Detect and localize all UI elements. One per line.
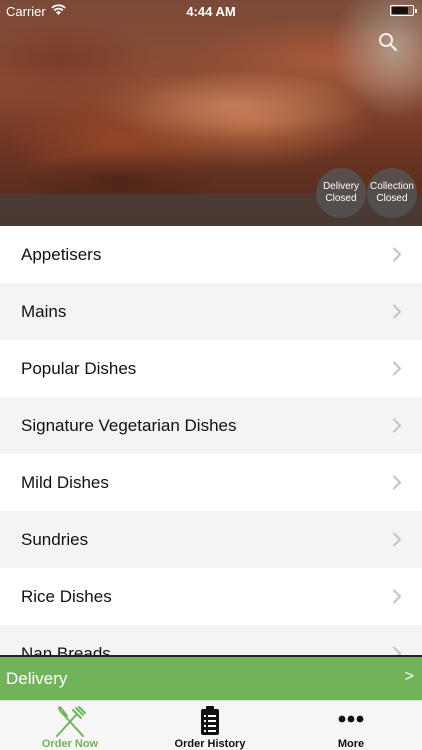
chevron-right-icon: [393, 532, 401, 547]
category-row-mains[interactable]: Mains: [0, 283, 422, 340]
category-row-signature-vegetarian-dishes[interactable]: Signature Vegetarian Dishes: [0, 397, 422, 454]
search-icon[interactable]: [378, 32, 398, 52]
collection-status-badge: Collection Closed: [367, 168, 417, 218]
more-dots-icon: [338, 715, 364, 723]
chevron-right-icon: [393, 475, 401, 490]
chevron-right-icon: [393, 247, 401, 262]
category-row-appetisers[interactable]: Appetisers: [0, 226, 422, 283]
tab-more[interactable]: More: [281, 701, 421, 750]
category-label: Mild Dishes: [21, 472, 109, 492]
category-label: Sundries: [21, 529, 89, 549]
delivery-badge-line1: Delivery: [322, 181, 360, 192]
chevron-right-icon: [393, 361, 401, 376]
category-row-nan-breads[interactable]: Nan Breads: [0, 625, 422, 656]
chevron-right-icon: [393, 304, 401, 319]
clipboard-icon: [201, 706, 219, 735]
category-label: Popular Dishes: [21, 358, 137, 378]
delivery-status-badge: Delivery Closed: [316, 168, 366, 218]
category-label: Signature Vegetarian Dishes: [21, 415, 237, 435]
battery-icon: [390, 5, 417, 16]
tab-order-now-label: Order Now: [41, 738, 99, 750]
delivery-mode-bar[interactable]: Delivery >: [0, 655, 422, 700]
tab-order-history-label: Order History: [174, 738, 246, 750]
fork-knife-icon: [56, 706, 86, 737]
category-label: Rice Dishes: [21, 586, 112, 606]
collection-badge-line2: Closed: [376, 193, 408, 204]
delivery-mode-label: Delivery: [6, 668, 68, 688]
collection-badge-line1: Collection: [370, 181, 414, 192]
bottom-tab-bar: Order Now Order History More: [0, 700, 422, 750]
category-label: Mains: [21, 301, 67, 321]
category-row-sundries[interactable]: Sundries: [0, 511, 422, 568]
delivery-badge-line2: Closed: [325, 193, 357, 204]
menu-category-list: Appetisers Mains Popular Dishes Signatur…: [0, 226, 422, 656]
chevron-right-icon: [393, 589, 401, 604]
category-row-rice-dishes[interactable]: Rice Dishes: [0, 568, 422, 625]
category-row-mild-dishes[interactable]: Mild Dishes: [0, 454, 422, 511]
chevron-right-icon: [393, 418, 401, 433]
tab-order-history[interactable]: Order History: [140, 701, 280, 750]
category-row-popular-dishes[interactable]: Popular Dishes: [0, 340, 422, 397]
tab-more-label: More: [337, 738, 365, 750]
status-time: 4:44 AM: [186, 4, 236, 19]
delivery-arrow-icon: >: [404, 668, 414, 685]
category-label: Appetisers: [21, 244, 102, 264]
status-bar: Carrier 4:44 AM: [0, 0, 422, 22]
tab-order-now[interactable]: Order Now: [0, 701, 140, 750]
